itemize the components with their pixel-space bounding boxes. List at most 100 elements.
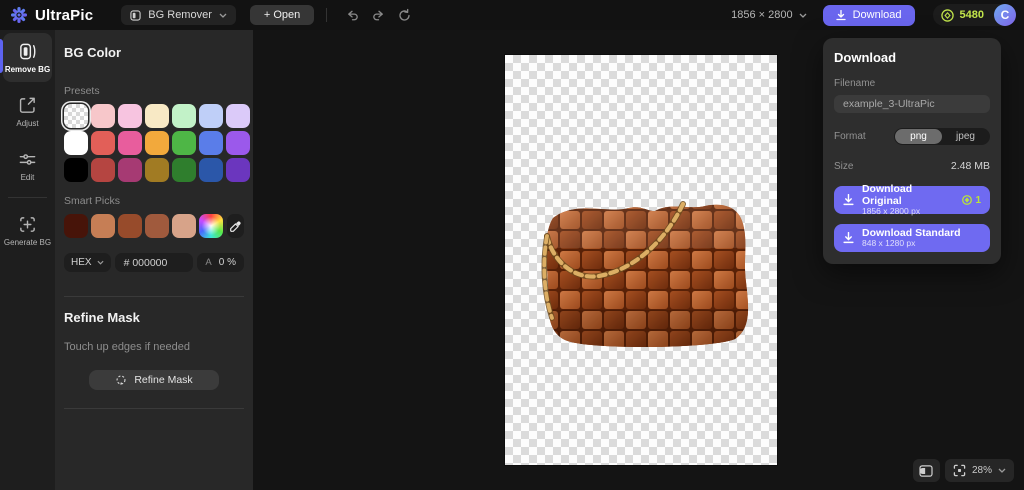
preset-swatch-f7c4e0[interactable] [118, 104, 142, 128]
credits-count: 5480 [960, 9, 988, 21]
hex-value-input[interactable]: # 000000 [115, 253, 194, 272]
smart-pick-a05a3d[interactable] [145, 214, 169, 238]
tool-selector-label: BG Remover [148, 9, 212, 21]
smart-pick-c67e55[interactable] [91, 214, 115, 238]
reset-icon [397, 8, 412, 23]
smart-pick-974b2b[interactable] [118, 214, 142, 238]
preset-swatch-2b57a9[interactable] [199, 158, 223, 182]
preset-swatch-000000[interactable] [64, 158, 88, 182]
format-option-jpeg[interactable]: jpeg [942, 129, 989, 144]
preset-swatch-e85d9d[interactable] [118, 131, 142, 155]
preset-swatch-9b59eb[interactable] [226, 131, 250, 155]
download-panel-title: Download [834, 50, 990, 65]
download-icon [836, 10, 846, 21]
undo-icon [345, 8, 360, 23]
filename-input[interactable]: example_3-UltraPic [834, 95, 990, 113]
format-label: Format [834, 131, 866, 142]
canvas-dimensions-dropdown[interactable]: 1856 × 2800 [731, 9, 806, 21]
download-original-title: Download Original [862, 183, 954, 207]
download-standard-button[interactable]: Download Standard 848 x 1280 px [834, 224, 990, 252]
size-value: 2.48 MB [951, 160, 990, 172]
credits-pill[interactable]: 5480 C [933, 4, 1016, 26]
format-toggle: png jpeg [894, 128, 990, 145]
smart-picks-label: Smart Picks [64, 195, 244, 207]
bg-color-panel: BG Color Presets Smart Picks HEX # 00000… [55, 30, 253, 490]
presets-label: Presets [64, 85, 244, 97]
panel-divider [64, 296, 244, 297]
reset-button[interactable] [393, 4, 415, 26]
sidebar-item-adjust[interactable]: Adjust [3, 87, 52, 136]
edit-sliders-icon [18, 150, 37, 169]
ultrapic-logo-icon [10, 6, 28, 24]
remove-bg-icon [18, 42, 37, 61]
smart-pick-d7a389[interactable] [172, 214, 196, 238]
active-accent-bar [0, 39, 3, 73]
smart-pick-rainbow[interactable] [199, 214, 223, 238]
preset-swatch-5a7de9[interactable] [199, 131, 223, 155]
avatar[interactable]: C [994, 4, 1016, 26]
preset-swatch-6b36be[interactable] [226, 158, 250, 182]
download-standard-size: 848 x 1280 px [862, 239, 961, 249]
compare-button[interactable] [913, 459, 940, 482]
generate-bg-icon [18, 215, 37, 234]
coin-icon [941, 9, 954, 22]
color-mode-label: HEX [71, 257, 92, 268]
preset-swatch-f7c7ca[interactable] [91, 104, 115, 128]
color-mode-select[interactable]: HEX [64, 253, 111, 272]
chevron-down-icon [799, 13, 807, 18]
coin-icon [962, 195, 972, 205]
refine-brush-icon [115, 374, 127, 386]
refine-mask-button-label: Refine Mask [134, 374, 192, 386]
download-button-label: Download [853, 9, 902, 21]
sidebar-item-label: Generate BG [4, 238, 51, 247]
chevron-down-icon [998, 468, 1006, 473]
compare-icon [919, 465, 933, 477]
download-icon [843, 194, 854, 206]
alpha-value: 0 % [219, 257, 236, 268]
preset-swatch-dbcaf9[interactable] [226, 104, 250, 128]
adjust-icon [18, 96, 37, 115]
sidebar-item-remove-bg[interactable]: Remove BG [3, 33, 52, 82]
alpha-label: A [205, 257, 211, 268]
preset-swatch-f2a93c[interactable] [145, 131, 169, 155]
app-logo: UltraPic [0, 6, 107, 24]
chevron-down-icon [97, 260, 104, 265]
preset-swatch-bfcff8[interactable] [199, 104, 223, 128]
smart-picks-row [64, 214, 223, 238]
eyedropper-button[interactable] [227, 214, 244, 238]
sidebar-divider [8, 197, 47, 198]
preset-swatch-b54541[interactable] [91, 158, 115, 182]
format-option-png[interactable]: png [895, 129, 942, 144]
tool-selector-dropdown[interactable]: BG Remover [121, 5, 236, 25]
download-button[interactable]: Download [823, 5, 915, 26]
preset-swatch-ffffff[interactable] [64, 131, 88, 155]
preset-swatch-transparent[interactable] [64, 104, 88, 128]
credit-cost-value: 1 [975, 195, 981, 206]
preset-swatch-f8e9c5[interactable] [145, 104, 169, 128]
panel-title: BG Color [64, 45, 244, 60]
sidebar-item-edit[interactable]: Edit [3, 141, 52, 190]
tool-sidebar: Remove BG Adjust Edit Generate BG [0, 30, 55, 490]
chevron-down-icon [219, 13, 227, 18]
preset-swatch-4eb646[interactable] [172, 131, 196, 155]
sidebar-item-generate-bg[interactable]: Generate BG [3, 206, 52, 255]
refine-mask-button[interactable]: Refine Mask [89, 370, 219, 390]
redo-button[interactable] [367, 4, 389, 26]
preset-swatch-2f7e2d[interactable] [172, 158, 196, 182]
open-button[interactable]: + Open [250, 5, 314, 25]
smart-pick-471409[interactable] [64, 214, 88, 238]
preset-swatch-e25f58[interactable] [91, 131, 115, 155]
download-panel: Download Filename example_3-UltraPic For… [823, 38, 1001, 264]
download-original-button[interactable]: Download Original 1856 x 2800 px 1 [834, 186, 990, 214]
undo-button[interactable] [341, 4, 363, 26]
refine-mask-subtitle: Touch up edges if needed [64, 341, 244, 353]
artboard-transparent-canvas[interactable] [505, 55, 777, 465]
zoom-control[interactable]: 28% [945, 459, 1014, 482]
filename-label: Filename [834, 78, 990, 89]
download-original-size: 1856 x 2800 px [862, 207, 954, 217]
panel-divider [64, 408, 244, 409]
preset-swatch-a63a73[interactable] [118, 158, 142, 182]
alpha-input[interactable]: A 0 % [197, 253, 244, 272]
preset-swatch-a17b23[interactable] [145, 158, 169, 182]
preset-swatch-c2f2c8[interactable] [172, 104, 196, 128]
